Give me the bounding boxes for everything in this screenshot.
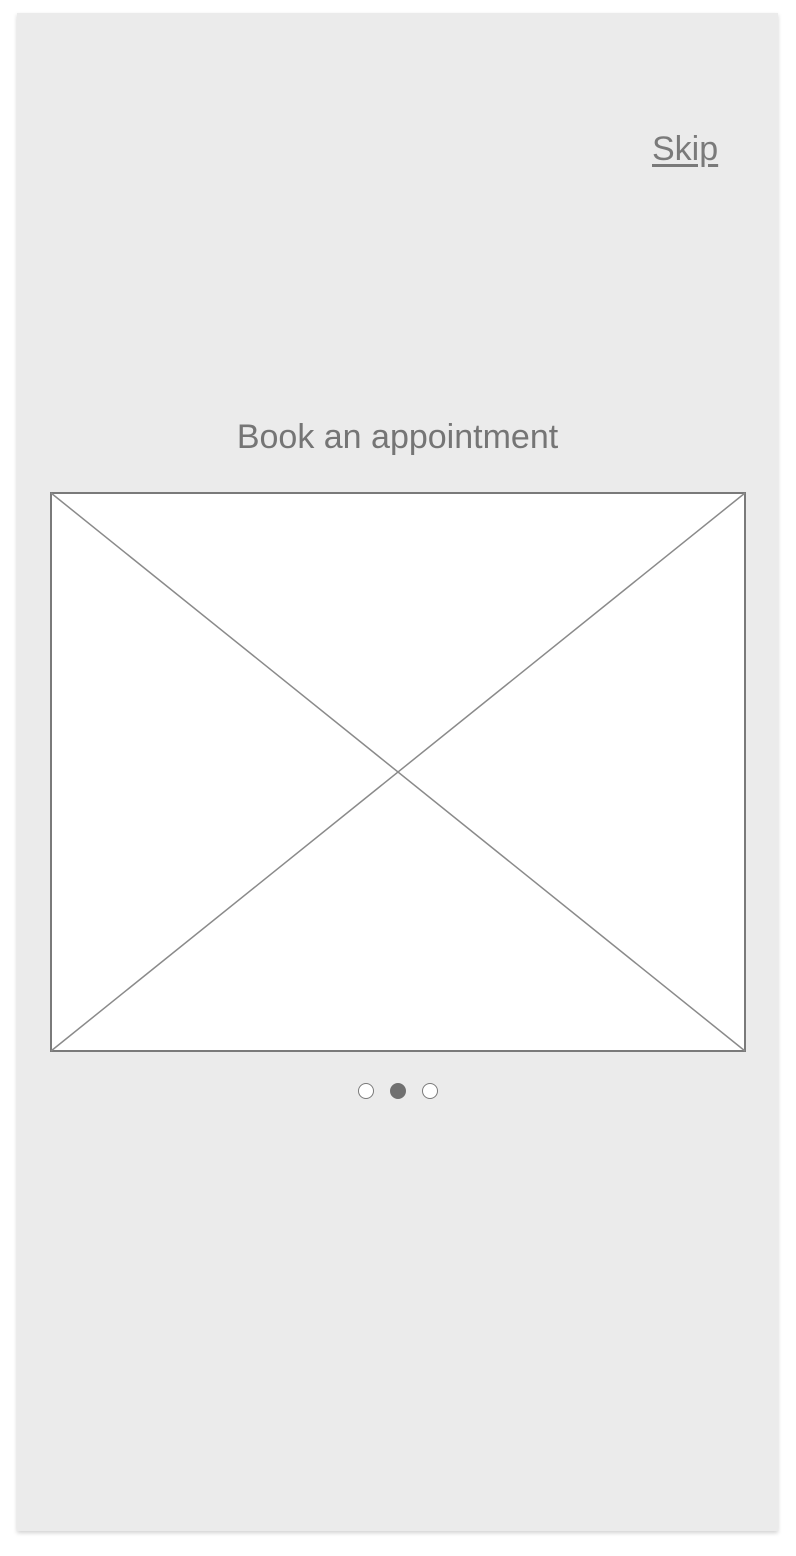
pagination-dots bbox=[17, 1083, 778, 1099]
image-placeholder-icon bbox=[50, 492, 746, 1052]
pagination-dot-2[interactable] bbox=[389, 1083, 406, 1099]
pagination-dot-3[interactable] bbox=[421, 1083, 438, 1099]
onboarding-title: Book an appointment bbox=[236, 418, 559, 456]
skip-link[interactable]: Skip bbox=[652, 130, 718, 169]
onboarding-screen: Skip Book an appointment bbox=[17, 13, 778, 1531]
pagination-dot-1[interactable] bbox=[357, 1083, 374, 1099]
